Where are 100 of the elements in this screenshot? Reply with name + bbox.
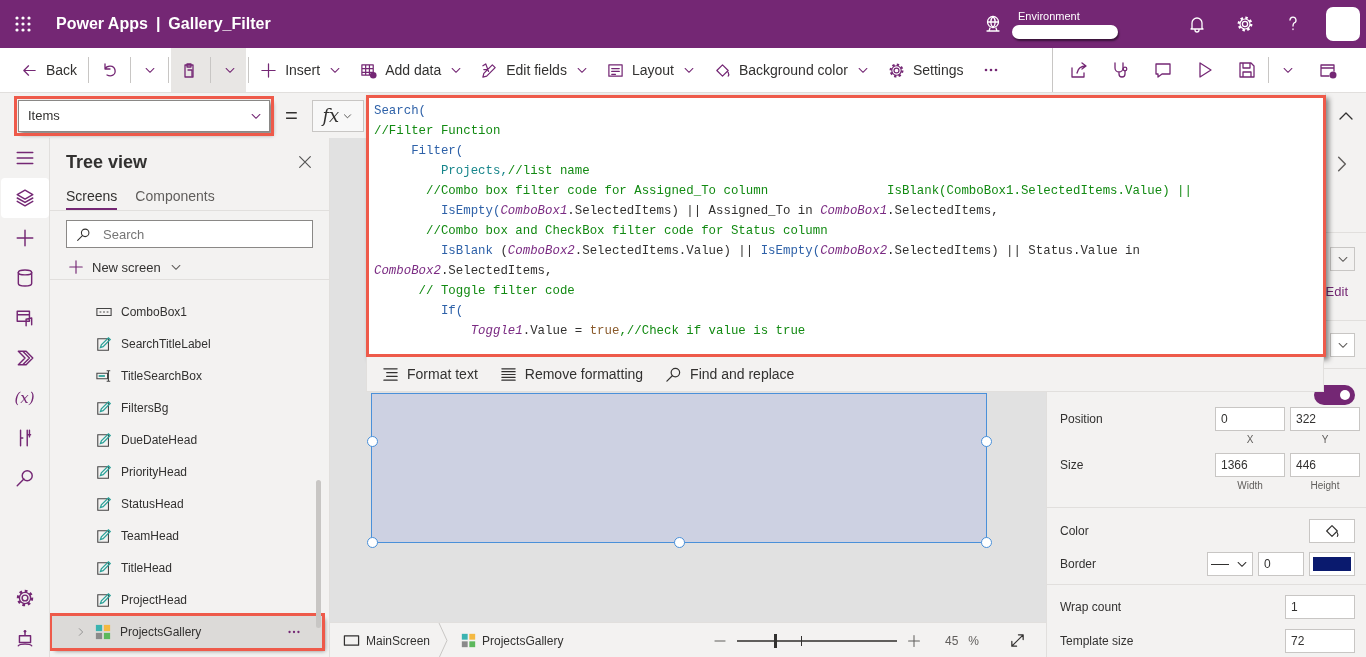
- new-screen-button[interactable]: New screen: [68, 255, 183, 279]
- border-style-dropdown[interactable]: [1207, 552, 1253, 576]
- border-color-picker[interactable]: [1309, 552, 1355, 576]
- globe-icon: [984, 15, 1002, 33]
- bell-icon[interactable]: [1188, 15, 1206, 33]
- code-line: //Combo box and CheckBox filter code for Status column: [425, 223, 829, 240]
- stethoscope-icon[interactable]: [1112, 61, 1130, 79]
- number-field[interactable]: 1: [1285, 595, 1355, 619]
- breadcrumb[interactable]: ProjectsGallery: [448, 633, 564, 648]
- app-name: Power Apps: [56, 15, 148, 33]
- number-field[interactable]: 72: [1285, 629, 1355, 653]
- save-icon[interactable]: [1238, 61, 1256, 79]
- gallery-icon: [95, 624, 111, 640]
- tree-item[interactable]: FiltersBg: [50, 392, 322, 424]
- code-line: Filter(: [410, 143, 465, 160]
- expand-icon[interactable]: [1009, 632, 1026, 649]
- title-separator: |: [155, 15, 161, 33]
- function-button[interactable]: fx: [311, 99, 364, 132]
- screen-icon: [343, 632, 360, 649]
- toolbar-button[interactable]: Settings: [878, 48, 973, 92]
- comment-icon[interactable]: [1154, 61, 1172, 79]
- editor-tool-button[interactable]: Find and replace: [660, 365, 800, 383]
- bucket-icon: [1324, 523, 1340, 539]
- tree-item[interactable]: SearchTitleLabel: [50, 328, 322, 360]
- field-caption: X: [1245, 434, 1255, 445]
- property-label: Position: [1060, 412, 1104, 426]
- label-icon: [96, 400, 112, 416]
- property-label: Wrap count: [1060, 600, 1123, 614]
- toolbar-button[interactable]: Back: [12, 48, 87, 92]
- search-icon: [665, 365, 683, 383]
- code-line: Search(: [374, 103, 428, 120]
- property-label: Size: [1060, 458, 1085, 472]
- zoom-unit: %: [968, 633, 979, 648]
- tree-item[interactable]: ProjectsGallery: [52, 616, 322, 648]
- gear-icon[interactable]: [1236, 15, 1254, 33]
- layers-icon[interactable]: [14, 188, 35, 208]
- label-icon: [96, 528, 112, 544]
- lines-icon: [499, 365, 517, 383]
- code-line: ComboBox2.SelectedItems,: [374, 263, 554, 280]
- search-icon[interactable]: [14, 468, 35, 488]
- editor-tool-button[interactable]: Format text: [377, 365, 483, 383]
- code-line: //Filter Function: [374, 123, 502, 140]
- code-line: IsEmpty(ComboBox1.SelectedItems) || Assigned_To in ComboBox1.SelectedItems,: [439, 203, 1000, 220]
- tab[interactable]: Components: [135, 184, 215, 210]
- play-icon[interactable]: [1196, 61, 1214, 79]
- tree-item[interactable]: ComboBox1: [50, 296, 322, 328]
- number-field[interactable]: 0: [1215, 407, 1285, 431]
- tree-item[interactable]: PriorityHead: [50, 456, 322, 488]
- share-icon[interactable]: [1070, 61, 1088, 79]
- property-label: Border: [1060, 557, 1098, 571]
- align-icon: [382, 365, 399, 383]
- variables-button[interactable]: (x): [14, 389, 35, 407]
- toolbar-button[interactable]: Layout: [597, 48, 705, 92]
- number-field[interactable]: 0: [1258, 552, 1304, 576]
- tab[interactable]: Screens: [66, 184, 118, 210]
- label-icon: [96, 496, 112, 512]
- label-icon: [96, 560, 112, 576]
- toolbar-button[interactable]: Insert: [251, 48, 352, 92]
- toggle-switch[interactable]: [1314, 385, 1355, 405]
- tree-item[interactable]: TeamHead: [50, 520, 322, 552]
- toolbar-button[interactable]: Edit fields: [472, 48, 598, 92]
- gear-icon: [887, 61, 905, 79]
- code-line: Projects,//list name: [439, 163, 591, 180]
- app-launcher-icon[interactable]: [14, 15, 32, 33]
- tree-item[interactable]: ProjectHead: [50, 584, 322, 616]
- zoom-slider[interactable]: [736, 633, 897, 648]
- pen-icon: [481, 61, 499, 79]
- panel-title: Tree view: [66, 151, 148, 173]
- plus-icon[interactable]: [14, 228, 35, 248]
- publish-icon[interactable]: [1319, 61, 1337, 79]
- media-icon[interactable]: [14, 308, 35, 328]
- gear-icon[interactable]: [14, 588, 35, 608]
- number-field[interactable]: 322: [1290, 407, 1360, 431]
- separator-icon: [438, 623, 449, 657]
- number-field[interactable]: 446: [1290, 453, 1360, 477]
- number-field[interactable]: 1366: [1215, 453, 1285, 477]
- scrollbar[interactable]: [316, 480, 321, 628]
- environment-selector[interactable]: [1012, 24, 1118, 39]
- tree-item[interactable]: DueDateHead: [50, 424, 322, 456]
- formula-editor-dialog[interactable]: [366, 95, 1326, 357]
- plus-icon: [260, 61, 278, 79]
- property-label: Template size: [1060, 634, 1135, 648]
- breadcrumb[interactable]: MainScreen: [330, 632, 431, 649]
- avatar[interactable]: [1326, 7, 1360, 41]
- code-line: IsBlank (ComboBox2.SelectedItems.Value) || IsEmpty(ComboBox2.SelectedItems) || Status.Value in: [439, 243, 1141, 260]
- close-icon[interactable]: [297, 154, 313, 170]
- search-field[interactable]: Search: [66, 220, 313, 248]
- color-picker[interactable]: [1309, 519, 1355, 543]
- editor-tool-button[interactable]: Remove formatting: [494, 365, 649, 383]
- toolbar-button[interactable]: Background color: [704, 48, 879, 92]
- edit-link[interactable]: Edit: [1325, 284, 1348, 299]
- label-icon: [96, 592, 112, 608]
- environment-label: Environment: [1018, 9, 1080, 22]
- tree-item[interactable]: TitleSearchBox: [50, 360, 322, 392]
- label-icon: [96, 432, 112, 448]
- chevron-right-icon: [76, 627, 86, 637]
- tree-item[interactable]: StatusHead: [50, 488, 322, 520]
- tree-item[interactable]: TitleHead: [50, 552, 322, 584]
- label-icon: [96, 464, 112, 480]
- toolbar-button[interactable]: Add data: [351, 48, 473, 92]
